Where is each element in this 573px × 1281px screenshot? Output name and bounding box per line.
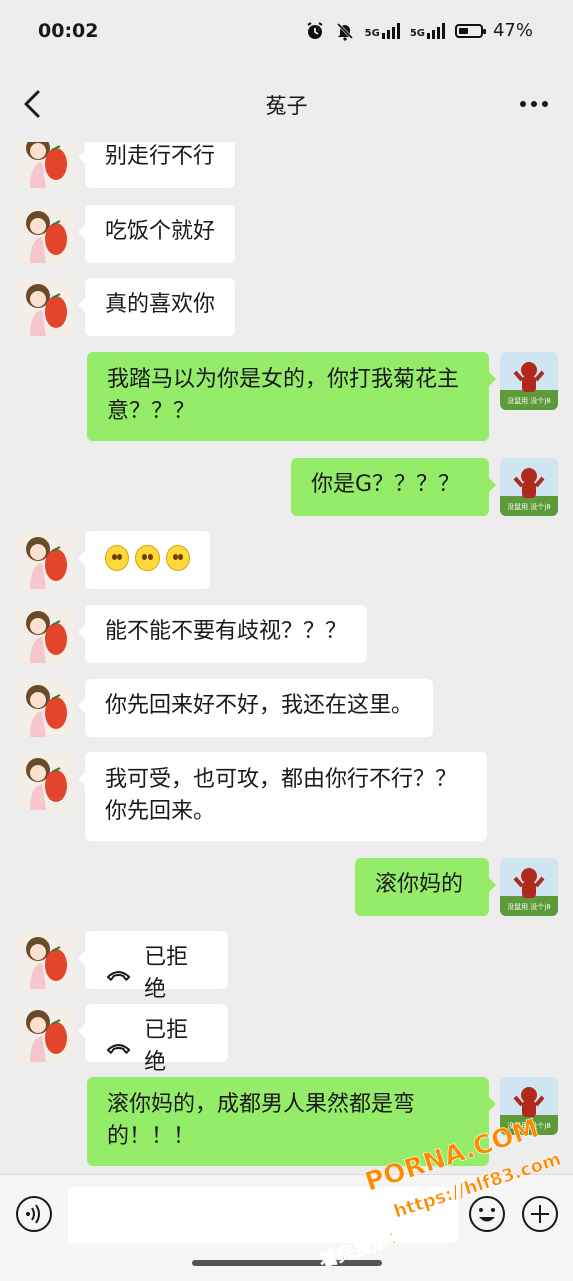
contact-avatar[interactable] xyxy=(16,205,74,263)
battery-percent: 47% xyxy=(492,20,533,41)
message-text: 滚你妈的，成都男人果然都是弯的！！！ xyxy=(107,1092,416,1149)
message-bubble[interactable]: 我踏马以为你是女的，你打我菊花主意？？？ xyxy=(87,352,496,441)
message-bubble[interactable]: 滚你妈的，成都男人果然都是弯的！！！ xyxy=(87,1077,496,1166)
my-avatar[interactable]: 没鼠用 没个j8 xyxy=(500,352,558,410)
home-indicator[interactable] xyxy=(192,1260,382,1266)
signal-5g-icon-2: 5G xyxy=(409,22,445,39)
add-more-icon[interactable] xyxy=(521,1195,559,1233)
contact-avatar[interactable] xyxy=(16,1004,74,1062)
call-status-text: 已拒绝 xyxy=(144,945,189,1002)
contact-avatar[interactable] xyxy=(16,605,74,663)
phone-declined-icon xyxy=(106,971,131,981)
message-bubble[interactable]: 你先回来好不好，我还在这里。 xyxy=(77,679,434,737)
svg-text:没鼠用 没个j8: 没鼠用 没个j8 xyxy=(507,902,551,911)
svg-text:没鼠用 没个j8: 没鼠用 没个j8 xyxy=(507,502,551,511)
contact-avatar[interactable] xyxy=(16,531,74,589)
message-bubble[interactable]: 吃饭个就好 xyxy=(77,205,236,263)
message-text: 吃饭个就好 xyxy=(105,219,216,244)
message-text: 别走行不行 xyxy=(105,144,216,169)
message-bubble[interactable]: 滚你妈的 xyxy=(355,858,496,916)
signal-label: 5G xyxy=(364,27,380,39)
message-bubble[interactable] xyxy=(78,531,210,589)
message-text: 我踏马以为你是女的，你打我菊花主意？？？ xyxy=(107,367,460,424)
status-bar: 00:02 5G 5G 47% xyxy=(0,0,573,66)
alarm-icon xyxy=(307,21,323,39)
more-options-icon[interactable] xyxy=(519,92,549,116)
nav-bar: 菟子 xyxy=(0,66,573,142)
message-bubble[interactable]: 别走行不行 xyxy=(77,142,236,188)
message-input[interactable] xyxy=(68,1187,458,1243)
voice-input-icon[interactable] xyxy=(15,1195,53,1233)
message-text: 你是G？？？？ xyxy=(311,472,461,497)
message-text: 能不能不要有歧视？？？ xyxy=(105,619,348,644)
mute-icon xyxy=(336,22,353,41)
phone-declined-icon xyxy=(106,1044,131,1054)
status-icons: 5G 5G 47% xyxy=(305,20,533,41)
emoji-group xyxy=(105,542,190,571)
contact-avatar[interactable] xyxy=(16,931,74,989)
message-bubble[interactable]: 我可受，也可攻，都由你行不行？？你先回来。 xyxy=(78,752,487,841)
my-avatar[interactable]: 没鼠用 没个j8 xyxy=(500,1077,558,1135)
my-avatar[interactable]: 没鼠用 没个j8 xyxy=(500,858,558,916)
contact-avatar[interactable] xyxy=(16,142,74,188)
my-avatar[interactable]: 没鼠用 没个j8 xyxy=(500,458,558,516)
svg-text:没鼠用 没个j8: 没鼠用 没个j8 xyxy=(507,396,551,405)
contact-avatar[interactable] xyxy=(16,278,74,336)
call-status-text: 已拒绝 xyxy=(144,1018,189,1075)
emoji-icon[interactable] xyxy=(468,1195,506,1233)
battery-icon xyxy=(454,23,486,38)
message-bubble[interactable]: 你是G？？？？ xyxy=(291,458,496,516)
status-time: 00:02 xyxy=(38,20,99,42)
message-text: 真的喜欢你 xyxy=(105,292,216,317)
chat-list[interactable]: 别走行不行 吃饭个就好 真的喜欢你 我踏马以为你是女的，你打我菊花主意？？？ 没… xyxy=(0,142,573,1174)
svg-text:没鼠用 没个j8: 没鼠用 没个j8 xyxy=(507,1121,551,1130)
chat-title: 菟子 xyxy=(265,94,308,118)
signal-label-2: 5G xyxy=(409,27,425,39)
crying-emoji-icon xyxy=(165,545,190,571)
signal-5g-icon: 5G xyxy=(364,22,400,39)
message-bubble[interactable]: 真的喜欢你 xyxy=(77,278,236,336)
contact-avatar[interactable] xyxy=(16,679,74,737)
crying-emoji-icon xyxy=(105,545,130,571)
message-text: 你先回来好不好，我还在这里。 xyxy=(105,693,414,718)
message-text: 滚你妈的 xyxy=(375,872,464,897)
message-bubble[interactable]: 能不能不要有歧视？？？ xyxy=(77,605,368,663)
crying-emoji-icon xyxy=(135,545,160,571)
call-record-bubble[interactable]: 已拒绝 xyxy=(78,1004,228,1075)
message-text: 我可受，也可攻，都由你行不行？？你先回来。 xyxy=(105,767,458,824)
contact-avatar[interactable] xyxy=(16,752,74,810)
call-record-bubble[interactable]: 已拒绝 xyxy=(78,931,228,1002)
